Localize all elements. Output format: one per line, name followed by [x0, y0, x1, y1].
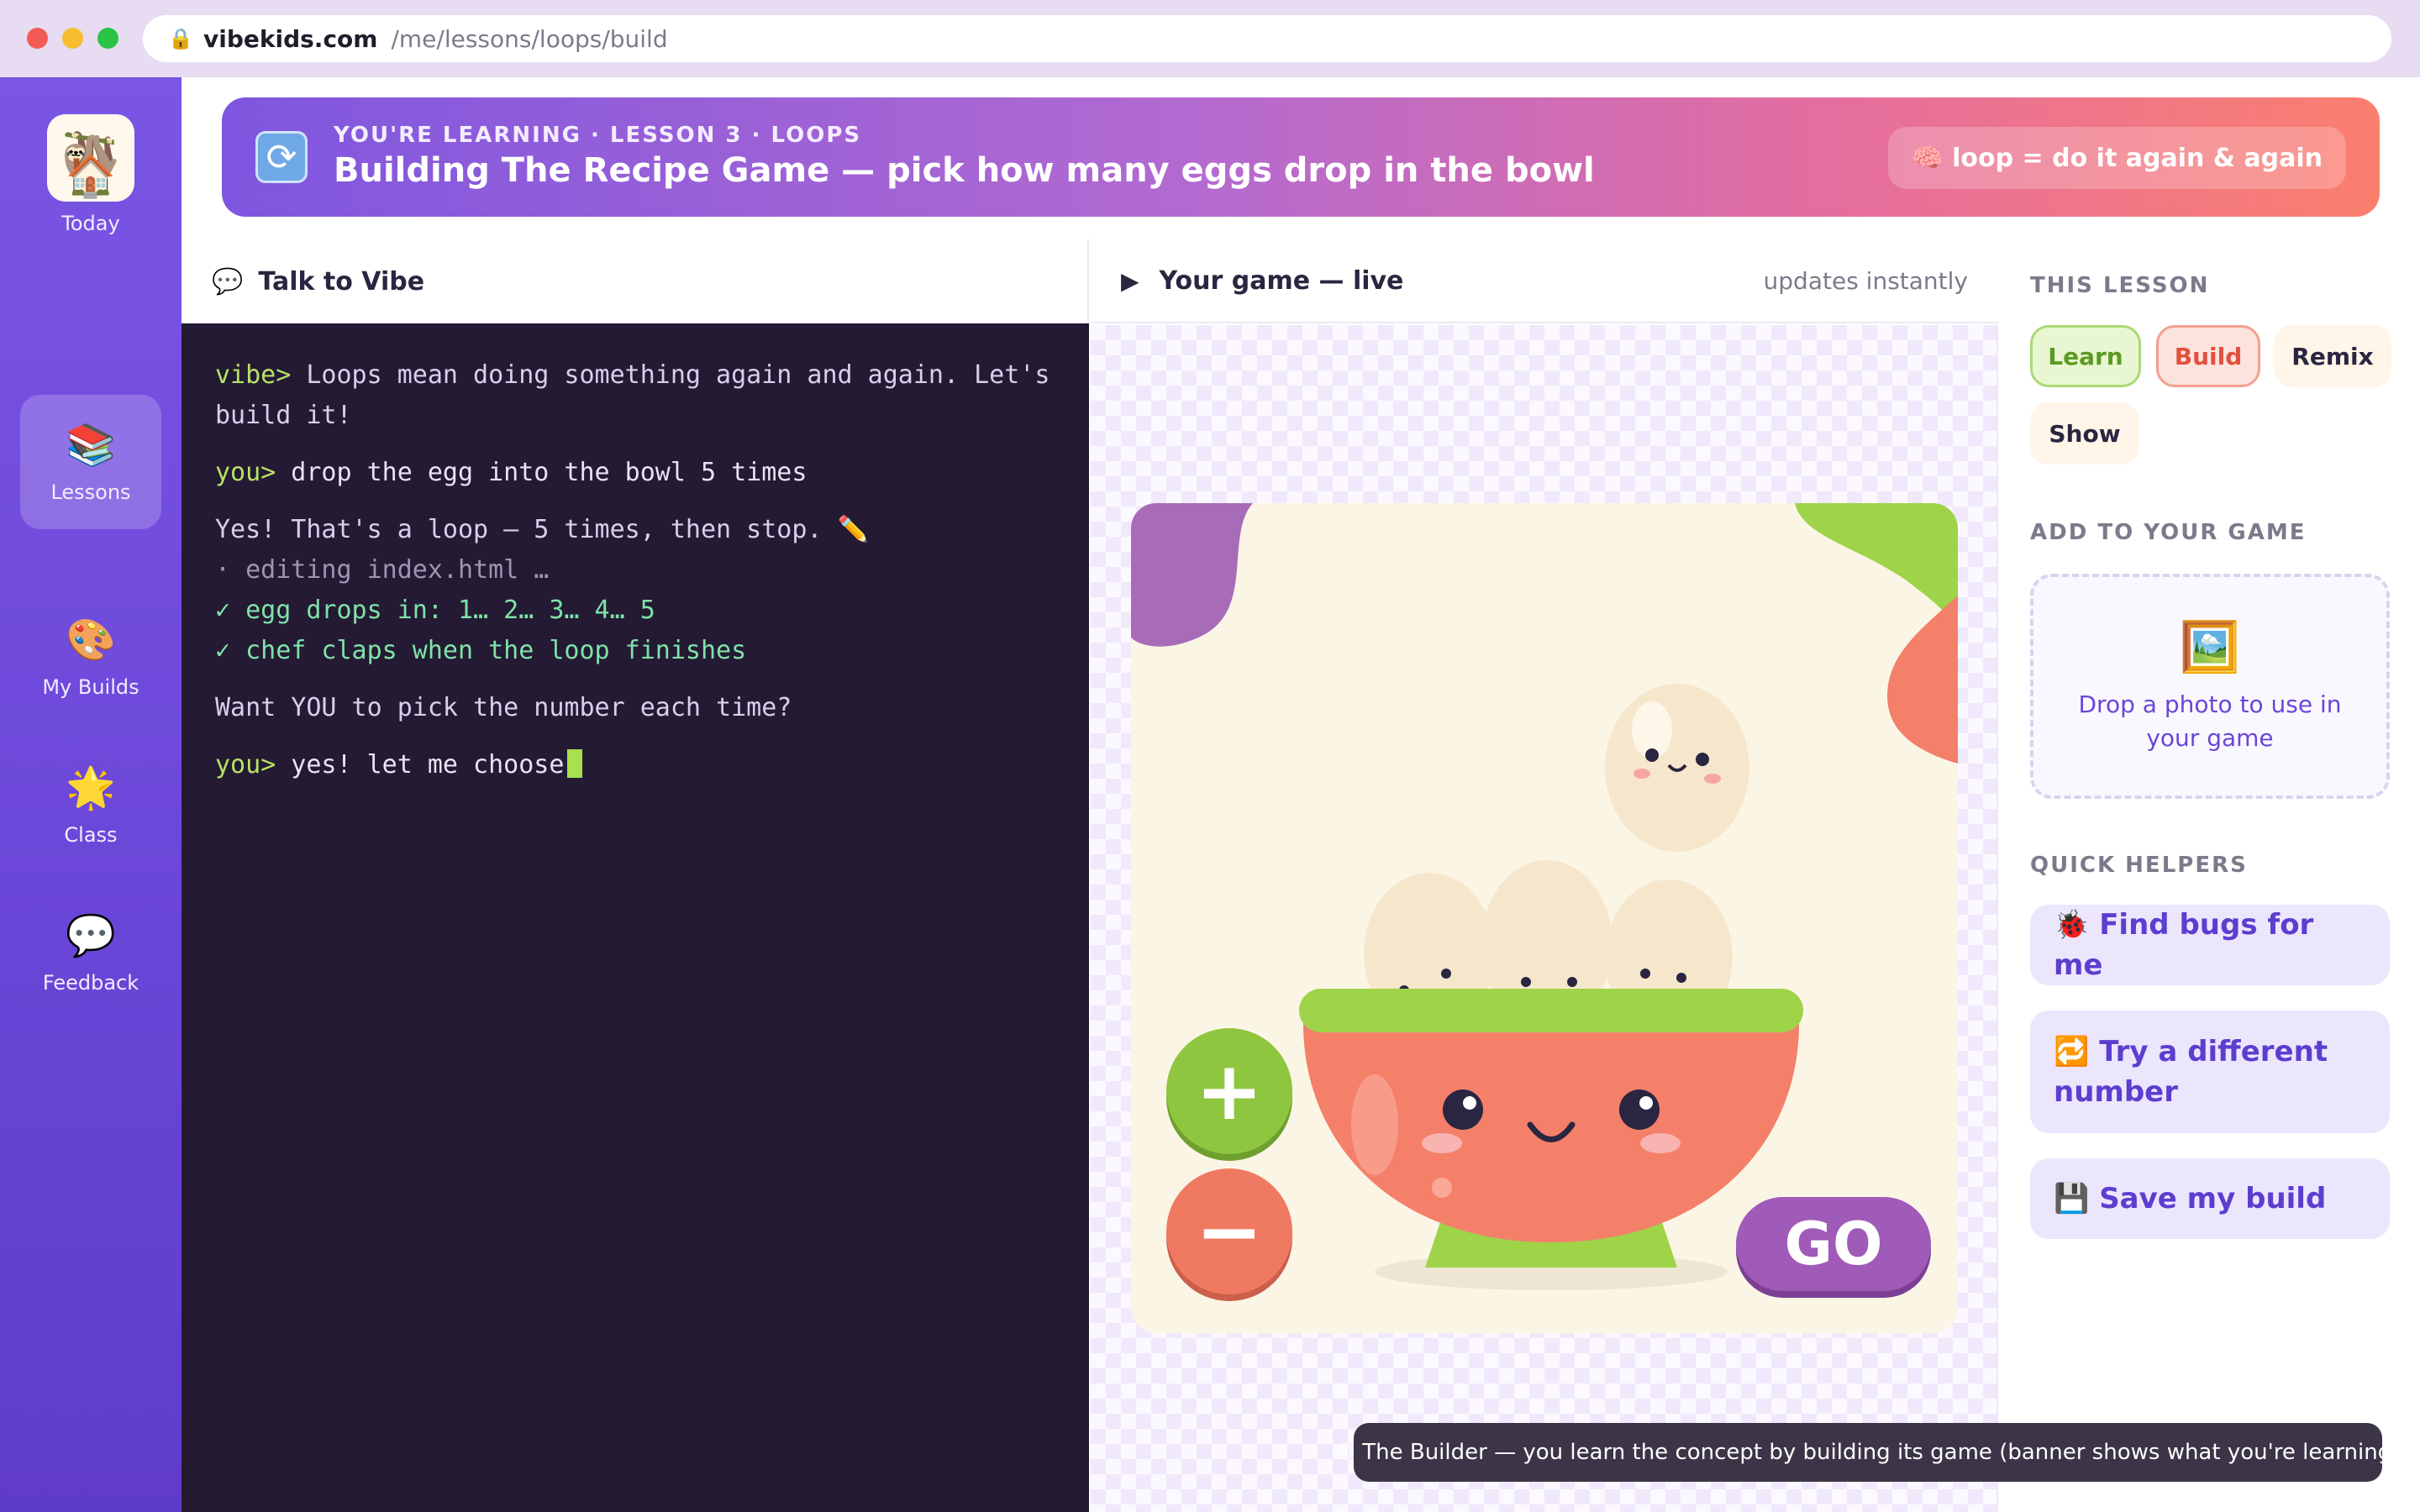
- chat-message: Yes! That's a loop — 5 times, then stop.…: [215, 515, 869, 544]
- ladybug-icon: 🐞: [2054, 908, 2090, 942]
- this-lesson-heading: THIS LESSON: [2030, 273, 2210, 298]
- sidebar-item-label: Class: [64, 823, 118, 847]
- url-path: /me/lessons/loops/build: [391, 24, 668, 53]
- step-remix-button[interactable]: Remix: [2274, 325, 2391, 387]
- banner-title: Building The Recipe Game — pick how many…: [334, 151, 1595, 190]
- play-icon: ▶: [1121, 266, 1139, 295]
- you-prompt: you>: [215, 458, 276, 487]
- go-label: GO: [1784, 1210, 1883, 1278]
- sidebar-item-class[interactable]: 🌟 Class: [20, 738, 161, 872]
- repeat-icon: 🔁: [2054, 1035, 2090, 1068]
- step-build-button[interactable]: Build: [2156, 325, 2260, 387]
- chat-input-line[interactable]: you> yes! let me choose: [215, 745, 1055, 785]
- chat-status-line: · editing index.html …: [215, 555, 550, 585]
- maximize-window-button[interactable]: [97, 28, 118, 49]
- close-window-button[interactable]: [27, 28, 48, 49]
- increase-count-button[interactable]: +: [1166, 1028, 1292, 1154]
- chat-message: you> drop the egg into the bowl 5 times: [215, 458, 808, 487]
- step-learn-button[interactable]: Learn: [2030, 325, 2141, 387]
- banner-kicker: YOU'RE LEARNING · LESSON 3 · LOOPS: [334, 123, 862, 148]
- game-canvas[interactable]: + − GO: [1131, 503, 1958, 1333]
- sidebar-item-label: Feedback: [42, 971, 139, 995]
- coral-blob: [1887, 596, 1958, 764]
- decrease-count-button[interactable]: −: [1166, 1168, 1292, 1294]
- lesson-banner: ⟳ YOU'RE LEARNING · LESSON 3 · LOOPS Bui…: [222, 97, 2380, 217]
- speech-bubble-icon: 💬: [212, 266, 244, 297]
- sidebar: 🦥 🏠 Today 📚 Lessons 🎨 My Builds 🌟 Class …: [0, 77, 182, 1512]
- chat-message: Want YOU to pick the number each time?: [215, 693, 792, 722]
- address-bar[interactable]: 🔒 vibekids.com /me/lessons/loops/build: [143, 15, 2391, 62]
- concept-chip: 🧠 loop = do it again & again: [1888, 127, 2346, 189]
- sidebar-item-my-builds[interactable]: 🎨 My Builds: [20, 590, 161, 724]
- text-cursor: [567, 749, 583, 778]
- you-prompt: you>: [215, 750, 276, 780]
- minimize-window-button[interactable]: [62, 28, 83, 49]
- minus-icon: −: [1195, 1184, 1264, 1278]
- chat-header: 💬 Talk to Vibe: [182, 239, 1089, 323]
- plus-icon: +: [1195, 1044, 1264, 1138]
- chat-check-line: ✓ egg drops in: 1… 2… 3… 4… 5: [215, 596, 655, 625]
- add-to-game-heading: ADD TO YOUR GAME: [2030, 520, 2307, 545]
- sidebar-item-label: Today: [61, 212, 120, 235]
- right-panel: THIS LESSON Learn Build Remix Show ADD T…: [2000, 239, 2420, 1512]
- screen-caption-toast: ⑩ The Builder — you learn the concept by…: [1336, 1423, 2400, 1482]
- chat-check-line: ✓ chef claps when the loop finishes: [215, 636, 747, 665]
- sidebar-item-label: Lessons: [50, 480, 131, 504]
- sidebar-item-today[interactable]: 🏠 Today: [20, 126, 161, 260]
- photo-drop-zone[interactable]: 🖼️ Drop a photo to use in your game: [2030, 574, 2390, 799]
- drop-zone-text: Drop a photo to use in your game: [2078, 690, 2342, 752]
- sidebar-item-lessons[interactable]: 📚 Lessons: [20, 395, 161, 529]
- game-title: Your game — live: [1159, 265, 1404, 296]
- game-header: ▶ Your game — live updates instantly: [1091, 239, 1998, 323]
- repeat-icon: ⟳: [255, 131, 308, 183]
- try-different-number-button[interactable]: 🔁 Try a different number: [2030, 1011, 2390, 1133]
- step-show-button[interactable]: Show: [2030, 402, 2139, 465]
- save-build-button[interactable]: 💾 Save my build: [2030, 1158, 2390, 1239]
- chat-terminal[interactable]: vibe> Loops mean doing something again a…: [182, 323, 1089, 1512]
- speech-bubble-icon: 💬: [66, 912, 116, 959]
- green-blob: [1795, 503, 1958, 638]
- sidebar-item-label: My Builds: [42, 675, 139, 699]
- game-status: updates instantly: [1763, 266, 1968, 295]
- star-icon: 🌟: [66, 764, 116, 811]
- falling-egg: [1605, 684, 1749, 852]
- url-domain: vibekids.com: [203, 24, 378, 53]
- find-bugs-button[interactable]: 🐞 Find bugs for me: [2030, 905, 2390, 985]
- sidebar-item-feedback[interactable]: 💬 Feedback: [20, 885, 161, 1020]
- framed-picture-icon: 🖼️: [2179, 617, 2241, 675]
- books-icon: 📚: [66, 422, 116, 469]
- lock-icon: 🔒: [168, 27, 193, 50]
- quick-helpers-heading: QUICK HELPERS: [2030, 853, 2248, 878]
- palette-icon: 🎨: [66, 617, 116, 664]
- chat-message: vibe> Loops mean doing something again a…: [215, 360, 1065, 430]
- bowl: [1299, 989, 1803, 1268]
- browser-chrome: 🔒 vibekids.com /me/lessons/loops/build: [0, 0, 2420, 77]
- go-button[interactable]: GO: [1736, 1197, 1931, 1291]
- chat-title: Talk to Vibe: [258, 266, 425, 297]
- house-icon: 🏠: [66, 153, 116, 200]
- vibe-prompt: vibe>: [215, 360, 292, 390]
- purple-blob: [1131, 503, 1253, 647]
- game-preview-area: + − GO: [1091, 325, 1998, 1512]
- floppy-disk-icon: 💾: [2054, 1182, 2090, 1215]
